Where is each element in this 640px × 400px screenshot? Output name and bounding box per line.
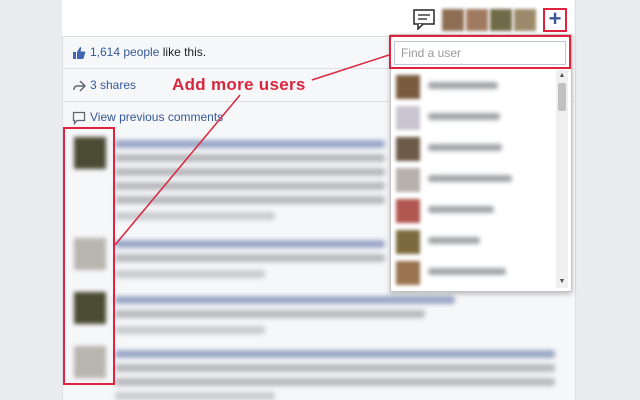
comment-meta-blurred	[115, 326, 265, 334]
scrollbar-thumb[interactable]	[558, 83, 566, 111]
user-list-item[interactable]	[392, 104, 554, 132]
add-user-button[interactable]: +	[543, 8, 567, 32]
comment-text-blurred	[115, 350, 555, 358]
avatar[interactable]	[490, 9, 512, 31]
likes-row: 1,614 people like this.	[72, 45, 206, 60]
comment-meta-blurred	[115, 270, 265, 278]
comment-text-blurred	[115, 310, 425, 318]
comment-text-blurred	[115, 364, 555, 372]
comment-meta-blurred	[115, 392, 275, 400]
search-highlight-box	[389, 35, 571, 69]
participant-avatars	[442, 9, 536, 31]
comment-text-blurred	[115, 196, 385, 204]
chat-icon[interactable]	[412, 8, 436, 30]
annotation-callout: Add more users	[172, 75, 306, 94]
scroll-up-arrow-icon[interactable]: ▲	[556, 72, 568, 80]
comment-icon	[72, 111, 86, 125]
user-list-item[interactable]	[392, 228, 554, 256]
comment-text-blurred	[115, 254, 385, 262]
comment-text-blurred	[115, 296, 455, 304]
comment-text-blurred	[115, 140, 385, 148]
view-previous-row[interactable]: View previous comments	[72, 110, 223, 125]
avatar[interactable]	[514, 9, 536, 31]
comment-meta-blurred	[115, 212, 275, 220]
user-list-item[interactable]	[392, 197, 554, 225]
comment-text-blurred	[115, 168, 385, 176]
comment-text-blurred	[115, 154, 385, 162]
user-list-item[interactable]	[392, 259, 554, 287]
avatar[interactable]	[466, 9, 488, 31]
comment-text-blurred	[115, 182, 385, 190]
share-arrow-icon	[73, 80, 86, 92]
user-list-item[interactable]	[392, 135, 554, 163]
avatar[interactable]	[442, 9, 464, 31]
avatars-highlight-box	[63, 127, 115, 385]
user-list-item[interactable]	[392, 166, 554, 194]
comment-text-blurred	[115, 240, 385, 248]
thumbs-up-icon	[73, 46, 86, 59]
comment-text-blurred	[115, 378, 555, 386]
likes-suffix: like this.	[159, 45, 207, 59]
shares-link[interactable]: 3 shares	[90, 78, 136, 92]
shares-row[interactable]: 3 shares	[72, 78, 136, 93]
scroll-down-arrow-icon[interactable]: ▼	[556, 278, 568, 286]
user-list-item[interactable]	[392, 73, 554, 101]
dropdown-scrollbar[interactable]: ▲ ▼	[556, 70, 568, 288]
likes-count-link[interactable]: 1,614 people	[90, 45, 159, 59]
view-previous-link[interactable]: View previous comments	[90, 110, 223, 124]
